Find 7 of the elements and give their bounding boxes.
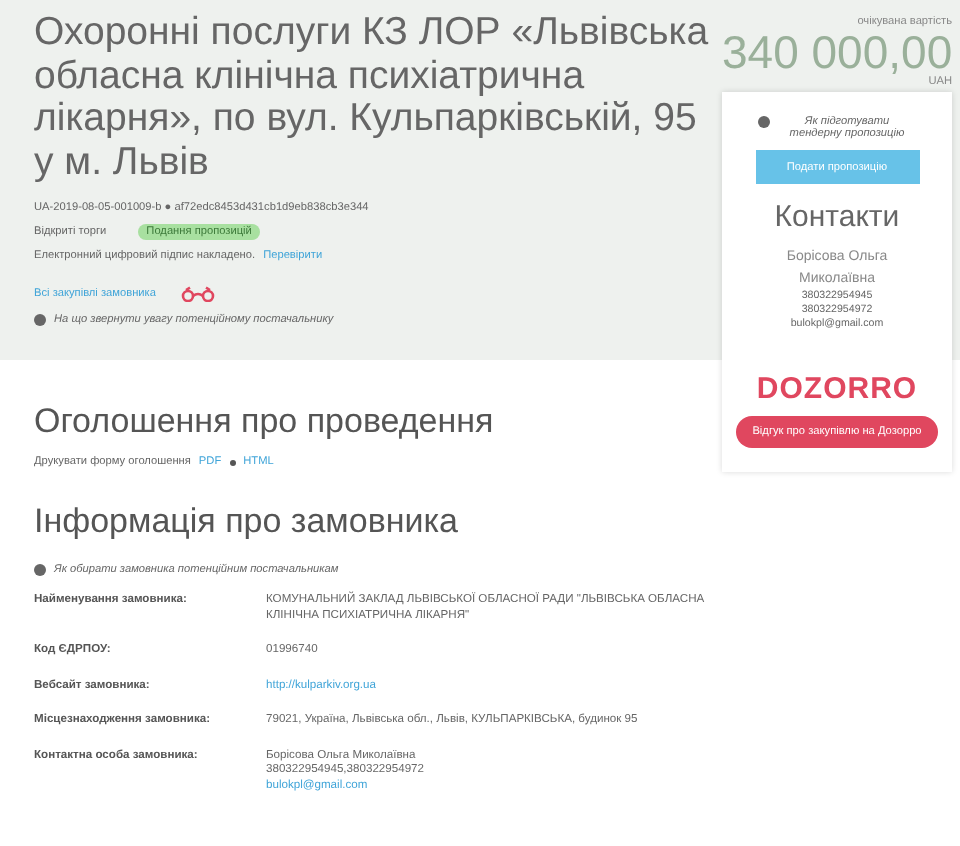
dozorro-logo: DOZORRO <box>756 372 918 406</box>
section-heading: Оголошення про проведення <box>34 402 496 442</box>
section-heading: Інформація про замовника <box>34 502 461 542</box>
contacts-heading: Контакти <box>774 200 900 234</box>
price-amount: 340 000,00 <box>722 28 952 76</box>
tender-title: Охоронні послуги КЗ ЛОР «Львівська обласна клінічна психіатрична лікарня», по вул. Кульпарківській, 95 у м. Львів <box>34 12 711 184</box>
glasses-icon[interactable] <box>179 286 216 302</box>
